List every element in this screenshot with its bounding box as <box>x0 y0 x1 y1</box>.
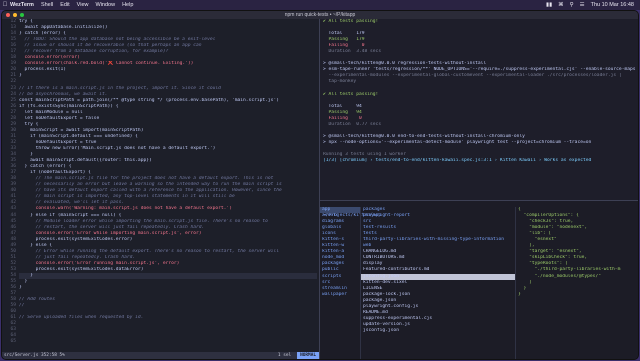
battery-icon[interactable]: ▮▮ <box>546 2 552 8</box>
code-view[interactable]: try { await appDatabase.initialize()} ca… <box>19 19 317 321</box>
status-file: src/Server.js 352:58 5% <box>4 353 65 358</box>
file-manager-pane[interactable]: ~/Projects/kitten/app app assets diagrams g… <box>320 201 638 359</box>
preview-line: } <box>518 291 521 297</box>
preview-line: "./third-party-libraries-with-m <box>518 267 621 273</box>
search-icon[interactable]: ⚲ <box>570 2 574 8</box>
menu-window[interactable]: Window <box>96 2 116 8</box>
code-line[interactable]: // Error while running the default expor… <box>19 249 317 255</box>
test-output-pane[interactable]: ✔ All tests passing! Total 179 Passing 1… <box>320 19 638 200</box>
terminal-window: npm run quick-tests • ~/P/kitapp 12 13 14 1… <box>2 11 638 359</box>
menu-clock[interactable]: Thu 10 Mar 16:48 <box>591 2 634 8</box>
status-mode-badge: NORMAL <box>297 352 319 359</box>
line-number-gutter: 12 13 14 15 16 17 18 19 20 21 22 23 24 25 26 27 28 29 30 31… <box>2 19 16 346</box>
output-line: > npx --node-options='--experimental-det… <box>323 139 592 145</box>
file-entry[interactable]: jsconfig.json <box>361 328 515 334</box>
output-line: --experimental-modules --experimental-gl… <box>323 73 622 79</box>
menu-help[interactable]: Help <box>122 2 133 8</box>
menu-app-name[interactable]: WezTerm <box>10 2 34 8</box>
code-line[interactable]: const mainScriptPath = path.join(/** @ty… <box>19 98 317 104</box>
menu-view[interactable]: View <box>77 2 89 8</box>
window-titlebar[interactable]: npm run quick-tests • ~/P/kitapp <box>2 11 638 19</box>
file-preview-column: { "compilerOptions": { "checkJs": true, … <box>516 207 638 298</box>
parent-directory-column[interactable]: app assets diagrams globals icons kitten-s kit… <box>320 207 360 298</box>
status-selection: 1 sel <box>277 353 292 358</box>
apple-menu-icon[interactable]:  <box>0 2 10 8</box>
output-line: [1/3] [chromium] › tests/end-to-end/kitt… <box>323 158 592 164</box>
window-title: npm run quick-tests • ~/P/kitapp <box>284 12 356 18</box>
line-number: 65 <box>10 339 16 345</box>
menu-shell[interactable]: Shell <box>41 2 53 8</box>
menu-edit[interactable]: Edit <box>60 2 69 8</box>
wifi-icon[interactable]: ⌘ <box>558 2 564 8</box>
editor-pane[interactable]: 12 13 14 15 16 17 18 19 20 21 22 23 24 25 26 27 28 29 30 31… <box>2 19 319 359</box>
control-center-icon[interactable]: ☰ <box>580 2 585 8</box>
code-line[interactable]: // Serve uploaded files when requested b… <box>19 315 317 321</box>
file-entry[interactable]: third-party-libraries-with-missing-type-… <box>361 237 515 243</box>
editor-status-line: src/Server.js 352:58 5% 1 sel NORMAL <box>2 352 319 359</box>
current-directory-column[interactable]: packages playwright-report src test-results… <box>361 207 515 334</box>
menu-bar:  WezTerm Shell Edit View Window Help ▮▮… <box>0 0 640 10</box>
parent-dir-entry[interactable]: wallpaper <box>320 292 360 298</box>
